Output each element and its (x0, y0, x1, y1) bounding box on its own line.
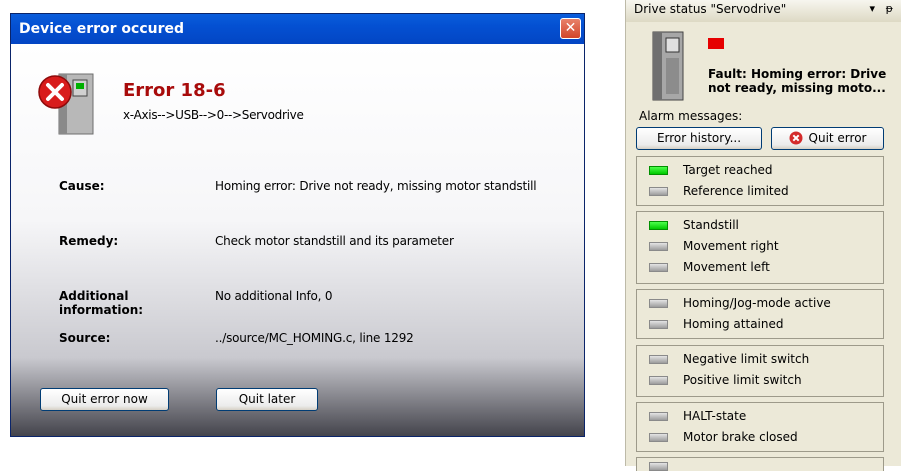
drive-status-panel: Drive status "Servodrive" ▾ ᵽ Fault: Hom… (625, 0, 901, 471)
remedy-value: Check motor standstill and its parameter (215, 234, 454, 248)
error-history-button[interactable]: Error history... (636, 127, 762, 150)
dialog-title-bar[interactable]: Device error occured ✕ (11, 14, 584, 44)
pin-icon[interactable]: ᵽ (886, 0, 893, 18)
status-row: Movement left (637, 257, 883, 278)
status-label: Movement left (683, 260, 770, 274)
dialog-title: Device error occured (19, 21, 185, 37)
status-row: Positive limit switch (637, 370, 883, 391)
status-row: Negative limit switch (637, 349, 883, 370)
quit-error-label: Quit error (808, 131, 867, 145)
fault-line-1: Fault: Homing error: Drive (708, 67, 887, 81)
status-group-4: Negative limit switch Positive limit swi… (636, 345, 884, 397)
close-button[interactable]: ✕ (560, 18, 581, 39)
status-led (649, 221, 668, 230)
quit-error-button[interactable]: Quit error (771, 127, 884, 150)
status-row: Reference limited (637, 181, 883, 202)
status-led (649, 462, 668, 471)
device-path: x-Axis-->USB-->0-->Servodrive (123, 108, 304, 122)
panel-header: Drive status "Servodrive" ▾ ᵽ (626, 0, 901, 22)
status-group-3: Homing/Jog-mode active Homing attained (636, 289, 884, 339)
status-group-1: Target reached Reference limited (636, 156, 884, 206)
status-led (649, 355, 668, 364)
additional-info-label: Additional information: (59, 289, 144, 317)
status-led (649, 412, 668, 421)
status-group-5: HALT-state Motor brake closed (636, 402, 884, 452)
status-label: Standstill (683, 218, 739, 232)
servodrive-icon (652, 31, 684, 101)
status-row: Homing attained (637, 314, 883, 335)
fault-line-2: not ready, missing moto... (708, 81, 886, 95)
fault-led (708, 38, 724, 49)
status-group-6 (636, 457, 884, 471)
status-led (649, 433, 668, 442)
status-led (649, 320, 668, 329)
status-label: Target reached (683, 163, 773, 177)
dialog-body: Error 18-6 x-Axis-->USB-->0-->Servodrive… (11, 44, 584, 436)
status-row: Homing/Jog-mode active (637, 293, 883, 314)
status-label: Negative limit switch (683, 352, 810, 366)
status-group-2: Standstill Movement right Movement left (636, 211, 884, 284)
status-led (649, 299, 668, 308)
status-led (649, 187, 668, 196)
source-label: Source: (59, 331, 111, 345)
status-label: Homing attained (683, 317, 784, 331)
status-label: Homing/Jog-mode active (683, 296, 831, 310)
status-led (649, 242, 668, 251)
fault-text: Fault: Homing error: Drive not ready, mi… (708, 67, 888, 95)
error-x-icon (38, 73, 94, 135)
cause-value: Homing error: Drive not ready, missing m… (215, 179, 537, 193)
device-error-dialog: Device error occured ✕ Error 18-6 x-Axis… (10, 13, 585, 437)
status-led (649, 166, 668, 175)
status-label: Movement right (683, 239, 779, 253)
status-row: Target reached (637, 160, 883, 181)
status-label: Positive limit switch (683, 373, 802, 387)
cause-label: Cause: (59, 179, 105, 193)
quit-later-button[interactable]: Quit later (216, 388, 318, 411)
status-row: Movement right (637, 236, 883, 257)
quit-error-icon (789, 131, 803, 145)
status-row: Standstill (637, 215, 883, 236)
error-code: Error 18-6 (123, 80, 226, 101)
status-row: Motor brake closed (637, 427, 883, 448)
dropdown-icon[interactable]: ▾ (869, 0, 875, 18)
alarm-messages-label: Alarm messages: (639, 109, 743, 123)
source-value: ../source/MC_HOMING.c, line 1292 (215, 331, 414, 345)
panel-title: Drive status "Servodrive" (634, 2, 787, 16)
additional-info-value: No additional Info, 0 (215, 289, 333, 303)
status-label: HALT-state (683, 409, 747, 423)
status-row: HALT-state (637, 406, 883, 427)
status-label: Reference limited (683, 184, 789, 198)
status-led (649, 376, 668, 385)
quit-error-now-button[interactable]: Quit error now (40, 388, 169, 411)
status-led (649, 263, 668, 272)
remedy-label: Remedy: (59, 234, 119, 248)
close-icon: ✕ (564, 20, 577, 36)
status-label: Motor brake closed (683, 430, 798, 444)
